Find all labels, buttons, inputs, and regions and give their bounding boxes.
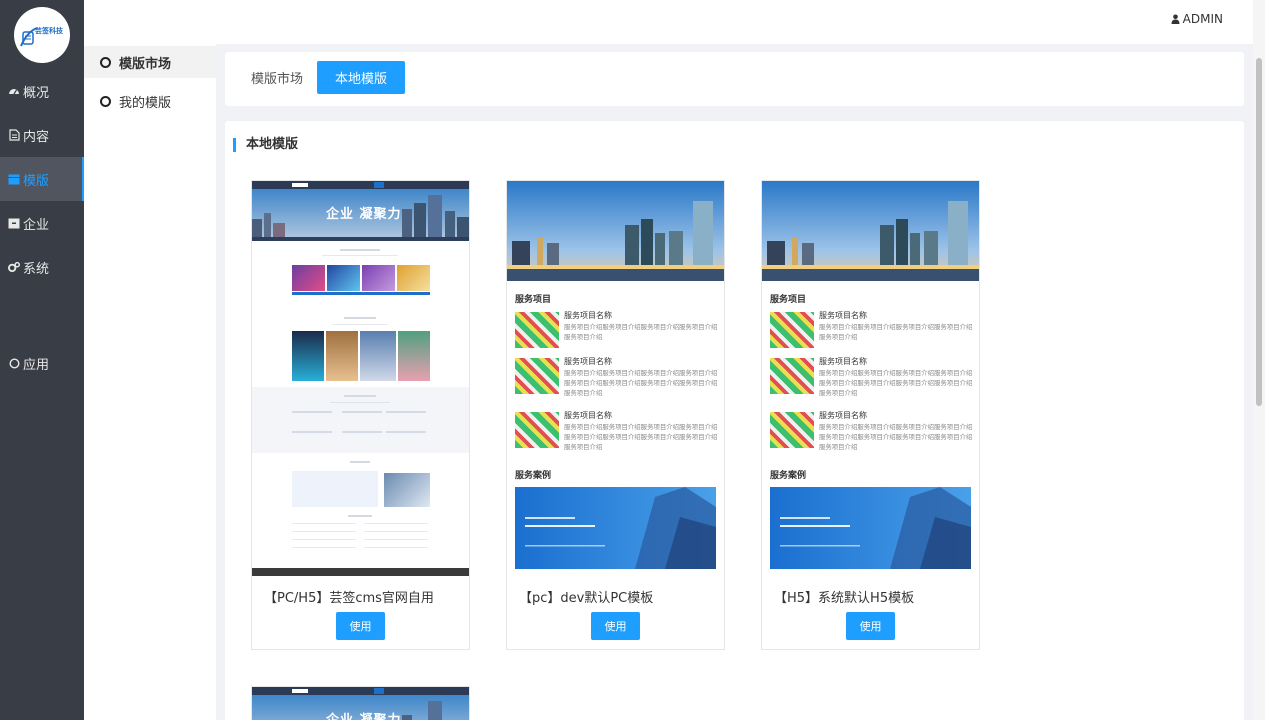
service-description: 服务项目介绍服务项目介绍服务项目介绍服务项目介绍服务项目介绍服务项目介绍服务项目… <box>819 369 973 397</box>
sidebar-item-template[interactable]: 模版 <box>0 157 84 201</box>
subnav-item-my-templates[interactable]: 我的模版 <box>84 85 216 117</box>
subnav-item-market[interactable]: 模版市场 <box>84 46 216 78</box>
circle-icon <box>100 95 111 107</box>
service-item: 服务项目名称 服务项目介绍服务项目介绍服务项目介绍服务项目介绍服务项目介绍服务项… <box>770 356 972 400</box>
service-title: 服务项目名称 <box>564 311 612 320</box>
template-preview[interactable]: 服务项目 服务项目名称 服务项目介绍服务项目介绍服务项目介绍服务项目介绍服务项目… <box>762 181 979 576</box>
service-description: 服务项目介绍服务项目介绍服务项目介绍服务项目介绍服务项目介绍 <box>819 323 973 341</box>
use-template-button[interactable]: 使用 <box>846 612 895 640</box>
sidebar-item-label: 内容 <box>23 129 50 145</box>
use-template-button[interactable]: 使用 <box>591 612 640 640</box>
use-template-button[interactable]: 使用 <box>336 612 385 640</box>
document-icon <box>8 129 20 141</box>
template-icon <box>8 173 20 185</box>
hero-image <box>507 181 724 281</box>
template-name: 【pc】dev默认PC模板 <box>519 591 654 606</box>
page-scrollbar[interactable] <box>1253 0 1265 720</box>
service-image <box>515 412 559 448</box>
template-preview[interactable]: 服务项目 服务项目名称 服务项目介绍服务项目介绍服务项目介绍服务项目介绍服务项目… <box>507 181 724 576</box>
sidebar-item-label: 概况 <box>23 85 50 101</box>
service-item: 服务项目名称 服务项目介绍服务项目介绍服务项目介绍服务项目介绍服务项目介绍服务项… <box>515 356 717 400</box>
service-item: 服务项目名称 服务项目介绍服务项目介绍服务项目介绍服务项目介绍服务项目介绍服务项… <box>515 410 717 454</box>
template-card: 服务项目 服务项目名称 服务项目介绍服务项目介绍服务项目介绍服务项目介绍服务项目… <box>506 180 725 650</box>
service-image <box>770 312 814 348</box>
sub-navigation: 模版市场 我的模版 <box>84 0 216 720</box>
case-banner-image <box>770 487 971 569</box>
service-description: 服务项目介绍服务项目介绍服务项目介绍服务项目介绍服务项目介绍服务项目介绍服务项目… <box>564 369 718 397</box>
scrollbar-thumb[interactable] <box>1256 58 1262 406</box>
template-name: 【H5】系统默认H5模板 <box>774 591 915 606</box>
template-card: 企业 凝聚力 <box>251 686 470 720</box>
sidebar-item-label: 企业 <box>23 217 50 233</box>
sidebar-item-overview[interactable]: 概况 <box>0 69 84 113</box>
service-description: 服务项目介绍服务项目介绍服务项目介绍服务项目介绍服务项目介绍服务项目介绍服务项目… <box>819 423 973 451</box>
service-image <box>770 412 814 448</box>
main-sidebar: 芸签科技 概况 内容 模版 企业 系统 应用 <box>0 0 84 720</box>
template-name: 【PC/H5】芸签cms官网自用 <box>264 591 434 606</box>
local-templates-panel: 本地模版 企业 凝聚力 【PC/H5】芸签cms官网自用 使用 服务项目 服务项… <box>225 121 1244 720</box>
case-banner-image <box>515 487 716 569</box>
sidebar-item-system[interactable]: 系统 <box>0 245 84 289</box>
subnav-item-label: 模版市场 <box>119 56 172 72</box>
sidebar-item-label: 应用 <box>23 357 50 373</box>
template-card: 企业 凝聚力 <box>251 180 470 650</box>
tab-local-templates[interactable]: 本地模版 <box>317 61 406 94</box>
service-title: 服务项目名称 <box>819 357 867 366</box>
tab-template-market[interactable]: 模版市场 <box>233 61 321 94</box>
cases-heading: 服务案例 <box>770 471 807 481</box>
service-image <box>770 358 814 394</box>
service-description: 服务项目介绍服务项目介绍服务项目介绍服务项目介绍服务项目介绍 <box>564 323 718 341</box>
logo-name: 芸签科技 <box>35 27 63 35</box>
subnav-item-label: 我的模版 <box>119 95 172 111</box>
user-menu[interactable]: ADMIN <box>1171 12 1223 26</box>
dashboard-icon <box>8 85 20 97</box>
section-title: 本地模版 <box>233 138 298 152</box>
service-image <box>515 312 559 348</box>
gears-icon <box>8 261 20 273</box>
service-title: 服务项目名称 <box>564 411 612 420</box>
top-header: ADMIN <box>216 0 1265 44</box>
template-preview[interactable]: 企业 凝聚力 <box>252 181 469 576</box>
hero-text: 企业 凝聚力 <box>326 709 402 720</box>
services-heading: 服务项目 <box>770 295 807 305</box>
service-item: 服务项目名称 服务项目介绍服务项目介绍服务项目介绍服务项目介绍服务项目介绍 <box>770 310 972 354</box>
service-image <box>515 358 559 394</box>
username: ADMIN <box>1182 12 1223 26</box>
service-description: 服务项目介绍服务项目介绍服务项目介绍服务项目介绍服务项目介绍服务项目介绍服务项目… <box>564 423 718 451</box>
user-icon <box>1171 14 1180 24</box>
tabs-card: 模版市场 本地模版 <box>225 52 1244 106</box>
sidebar-item-label: 模版 <box>23 173 50 189</box>
circle-icon <box>100 56 111 68</box>
service-item: 服务项目名称 服务项目介绍服务项目介绍服务项目介绍服务项目介绍服务项目介绍服务项… <box>770 410 972 454</box>
sidebar-item-content[interactable]: 内容 <box>0 113 84 157</box>
service-title: 服务项目名称 <box>819 311 867 320</box>
hero-text: 企业 凝聚力 <box>326 207 402 222</box>
company-logo[interactable]: 芸签科技 <box>14 7 70 63</box>
service-title: 服务项目名称 <box>819 411 867 420</box>
template-card: 服务项目 服务项目名称 服务项目介绍服务项目介绍服务项目介绍服务项目介绍服务项目… <box>761 180 980 650</box>
service-title: 服务项目名称 <box>564 357 612 366</box>
hero-image <box>762 181 979 281</box>
services-heading: 服务项目 <box>515 295 552 305</box>
service-item: 服务项目名称 服务项目介绍服务项目介绍服务项目介绍服务项目介绍服务项目介绍 <box>515 310 717 354</box>
circle-icon <box>8 357 20 369</box>
cases-heading: 服务案例 <box>515 471 552 481</box>
enterprise-icon <box>8 217 20 229</box>
sidebar-item-label: 系统 <box>23 261 50 277</box>
sidebar-item-apps[interactable]: 应用 <box>0 341 84 385</box>
sidebar-item-enterprise[interactable]: 企业 <box>0 201 84 245</box>
